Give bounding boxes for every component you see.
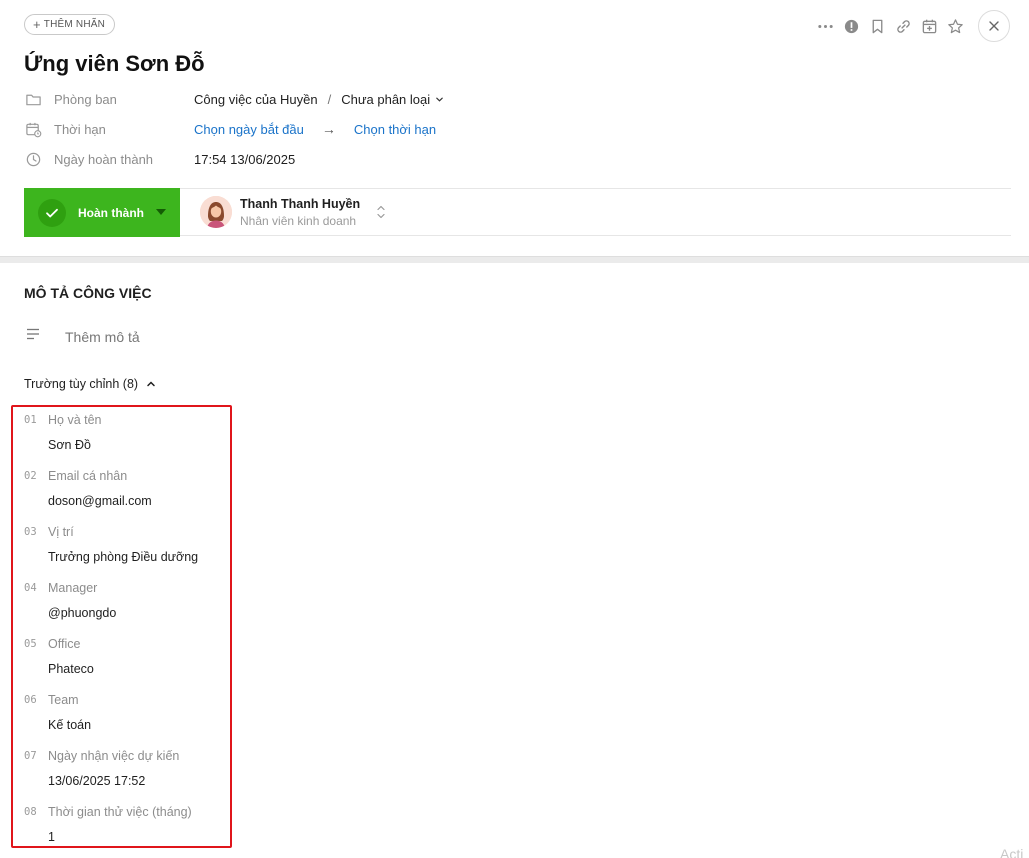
check-icon bbox=[38, 198, 66, 227]
department-row: Phòng ban Công việc của Huyền / Chưa phâ… bbox=[24, 89, 443, 109]
assignee-info: Thanh Thanh Huyền Nhân viên kinh doanh bbox=[240, 197, 360, 228]
calendar-add-icon[interactable] bbox=[920, 17, 938, 35]
breadcrumb-separator: / bbox=[327, 91, 332, 107]
assignee-role: Nhân viên kinh doanh bbox=[240, 213, 357, 228]
field-label: Office bbox=[48, 637, 81, 651]
field-label: Ngày nhận việc dự kiến bbox=[48, 749, 180, 763]
category-value: Chưa phân loại bbox=[341, 91, 431, 107]
field-value[interactable]: Sơn Đồ bbox=[48, 438, 91, 452]
start-date-link[interactable]: Chọn ngày bắt đầu bbox=[194, 122, 304, 137]
status-bar: Hoàn thành Thanh Thanh Huyền Nhân viên k… bbox=[24, 188, 1011, 237]
field-label: Họ và tên bbox=[48, 413, 102, 427]
category-select[interactable]: Chưa phân loại bbox=[341, 92, 444, 107]
section-divider bbox=[0, 256, 1029, 263]
field-number: 01 bbox=[24, 414, 37, 426]
complete-button[interactable]: Hoàn thành bbox=[24, 188, 180, 237]
caret-down-icon[interactable] bbox=[156, 209, 166, 215]
assignee-name: Thanh Thanh Huyền bbox=[240, 196, 361, 211]
deadline-row: Thời hạn Chọn ngày bắt đầu → Chọn thời h… bbox=[24, 119, 436, 139]
deadline-label: Thời hạn bbox=[54, 121, 106, 137]
field-number: 07 bbox=[24, 750, 37, 762]
field-label: Team bbox=[48, 693, 79, 707]
description-section-title: MÔ TẢ CÔNG VIỆC bbox=[24, 285, 152, 301]
field-label: Vị trí bbox=[48, 525, 74, 539]
deadline-link[interactable]: Chọn thời hạn bbox=[354, 122, 436, 137]
deadline-value: Chọn ngày bắt đầu → Chọn thời hạn bbox=[194, 121, 436, 137]
chevron-up-icon bbox=[147, 381, 155, 387]
custom-fields-header: Trường tùy chỉnh (8) bbox=[24, 377, 139, 391]
field-value[interactable]: doson@gmail.com bbox=[48, 494, 152, 508]
avatar bbox=[200, 196, 232, 228]
field-number: 06 bbox=[24, 694, 37, 706]
field-value[interactable]: 13/06/2025 17:52 bbox=[48, 774, 145, 788]
field-number: 03 bbox=[24, 526, 37, 538]
bookmark-icon[interactable] bbox=[868, 17, 886, 35]
field-value[interactable]: Trưởng phòng Điều dưỡng bbox=[48, 550, 198, 564]
link-icon[interactable] bbox=[894, 17, 912, 35]
department-name[interactable]: Công việc của Huyền bbox=[194, 92, 318, 107]
field-value[interactable]: 1 bbox=[48, 830, 55, 844]
completed-label: Ngày hoàn thành bbox=[54, 151, 154, 167]
chevron-down-icon bbox=[436, 97, 443, 102]
complete-label: Hoàn thành bbox=[78, 205, 144, 220]
field-value[interactable]: Kế toán bbox=[48, 718, 91, 732]
add-description-label: Thêm mô tả bbox=[65, 328, 140, 345]
alert-icon[interactable] bbox=[842, 17, 860, 35]
text-lines-icon bbox=[24, 325, 42, 348]
folder-icon bbox=[24, 90, 42, 108]
completed-value: 17:54 13/06/2025 bbox=[194, 151, 296, 167]
toolbar bbox=[816, 10, 1010, 42]
field-number: 08 bbox=[24, 806, 37, 818]
sort-toggle-icon[interactable] bbox=[376, 204, 386, 225]
add-tag-label: THÊM NHÃN bbox=[43, 19, 106, 30]
arrow-right-icon: → bbox=[321, 121, 336, 137]
close-button[interactable] bbox=[978, 10, 1010, 42]
calendar-clock-icon bbox=[24, 120, 42, 138]
completed-row: Ngày hoàn thành 17:54 13/06/2025 bbox=[24, 149, 295, 169]
page-title: Ứng viên Sơn Đỗ bbox=[24, 51, 205, 76]
field-label: Thời gian thử việc (tháng) bbox=[48, 805, 192, 819]
more-icon[interactable] bbox=[816, 17, 834, 35]
assignee[interactable]: Thanh Thanh Huyền Nhân viên kinh doanh bbox=[200, 196, 360, 228]
clock-icon bbox=[24, 150, 42, 168]
field-value[interactable]: Phateco bbox=[48, 662, 94, 676]
department-value: Công việc của Huyền / Chưa phân loại bbox=[194, 92, 444, 107]
field-value[interactable]: @phuongdo bbox=[48, 606, 116, 620]
corner-text: Acti bbox=[1000, 846, 1024, 858]
custom-fields-toggle[interactable]: Trường tùy chỉnh (8) bbox=[24, 377, 156, 391]
field-number: 05 bbox=[24, 638, 37, 650]
add-tag-button[interactable]: + THÊM NHÃN bbox=[24, 14, 116, 35]
field-label: Manager bbox=[48, 581, 98, 595]
department-label: Phòng ban bbox=[54, 91, 117, 107]
field-label: Email cá nhân bbox=[48, 469, 128, 483]
star-icon[interactable] bbox=[946, 17, 964, 35]
field-number: 02 bbox=[24, 470, 37, 482]
close-icon bbox=[989, 21, 999, 31]
field-number: 04 bbox=[24, 582, 37, 594]
plus-icon: + bbox=[33, 17, 41, 32]
add-description-button[interactable]: Thêm mô tả bbox=[24, 325, 140, 348]
